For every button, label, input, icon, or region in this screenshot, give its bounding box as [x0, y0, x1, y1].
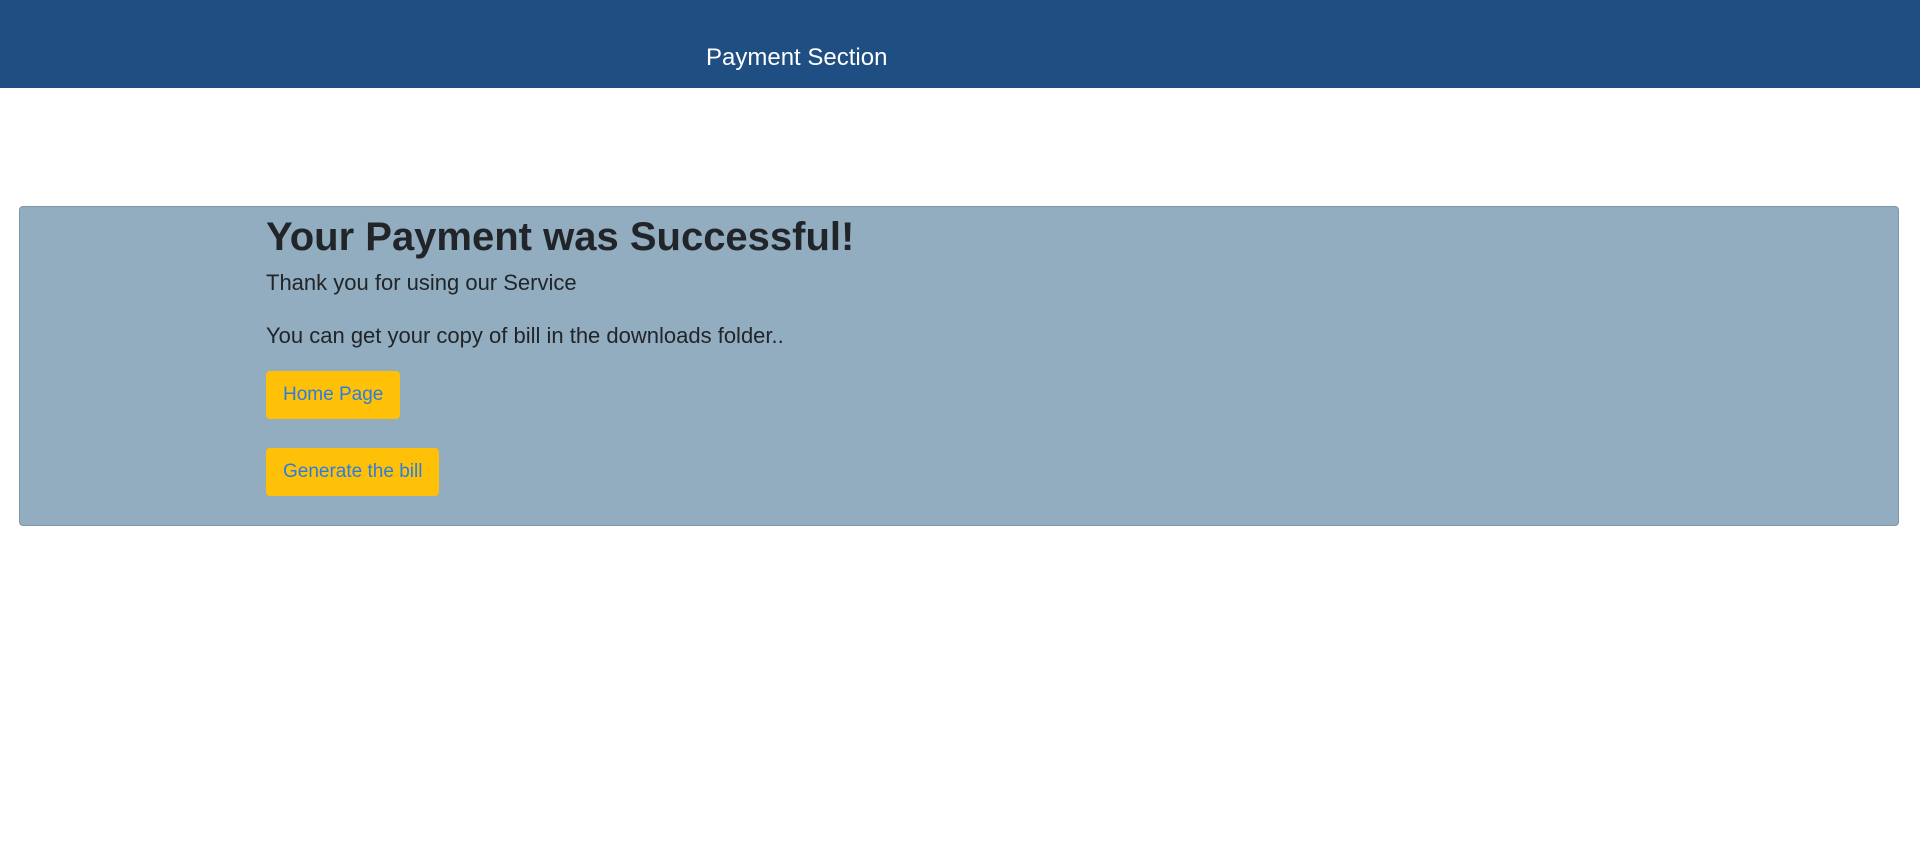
page-title: Payment Section [706, 44, 888, 71]
payment-success-panel: Your Payment was Successful! Thank you f… [19, 206, 1899, 526]
home-page-button[interactable]: Home Page [266, 371, 401, 419]
success-heading: Your Payment was Successful! [266, 215, 855, 259]
top-navbar: Payment Section [0, 0, 1920, 88]
generate-bill-button[interactable]: Generate the bill [266, 448, 440, 496]
thank-you-message: Thank you for using our Service [266, 270, 577, 295]
download-note: You can get your copy of bill in the dow… [266, 323, 784, 348]
